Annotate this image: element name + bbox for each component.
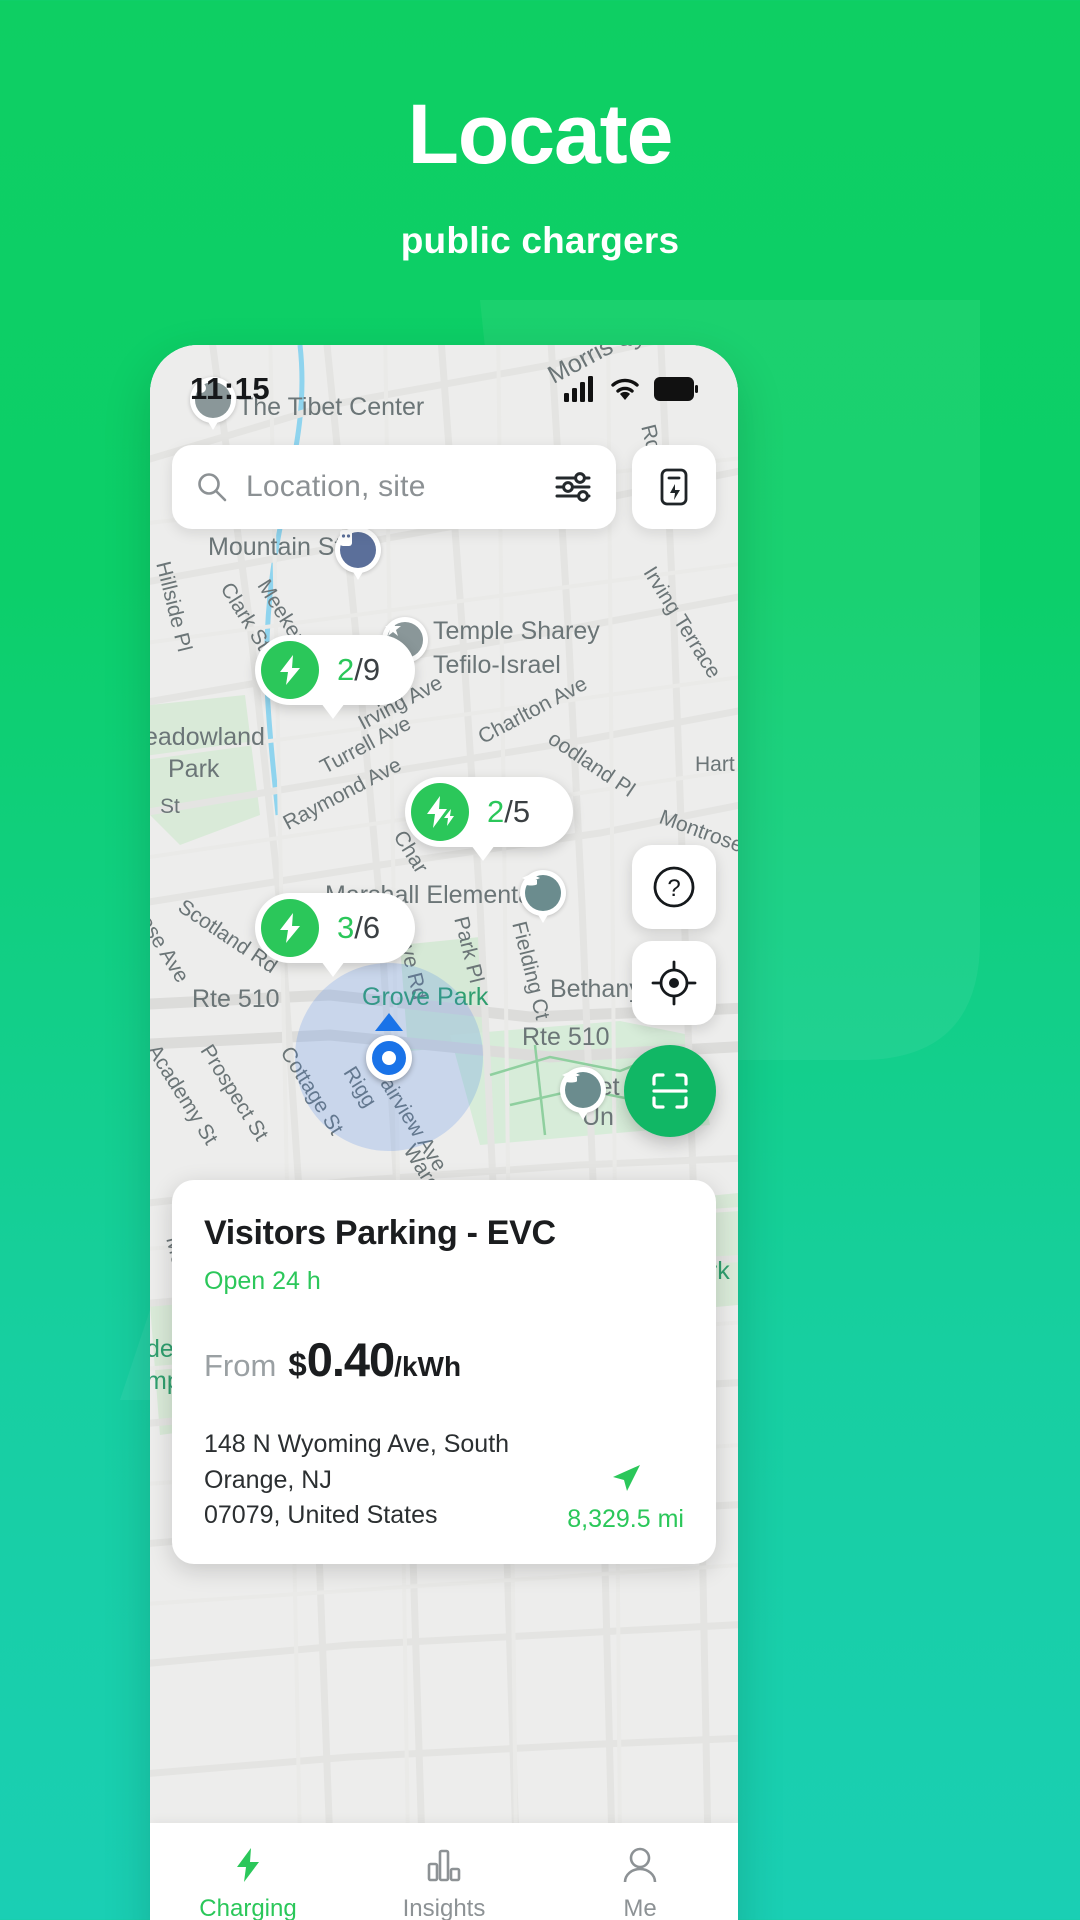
distance-value: 8,329.5 mi [567, 1504, 684, 1533]
tab-charging-label: Charging [199, 1894, 297, 1920]
train-icon [340, 530, 352, 546]
navigation-arrow-icon [612, 1464, 640, 1491]
bolt-icon [280, 913, 300, 943]
graduation-cap-icon [562, 1071, 580, 1083]
charger-marker-icon [261, 641, 319, 699]
person-icon [623, 1847, 657, 1882]
double-bolt-icon [427, 796, 454, 828]
hero-section: Locate public chargers [0, 0, 1080, 262]
tab-me[interactable]: Me [542, 1823, 738, 1920]
charger-marker-3[interactable]: 3/6 [255, 893, 415, 977]
address-row: 148 N Wyoming Ave, South Orange, NJ 0707… [204, 1427, 684, 1534]
school-pin[interactable] [520, 870, 566, 923]
station-name: Visitors Parking - EVC [204, 1214, 556, 1252]
search-icon [198, 473, 227, 502]
price-prefix: From [204, 1348, 277, 1383]
page-title: Locate [407, 87, 674, 181]
charger-availability: 2/9 [337, 652, 381, 687]
charger-availability: 3/6 [337, 910, 381, 945]
bolt-icon [237, 1847, 259, 1882]
charger-availability: 2/5 [487, 794, 531, 829]
status-time: 11:15 [190, 371, 271, 406]
price-row: From $ 0.40 /kWh [204, 1332, 684, 1387]
mountain-station-pin[interactable] [335, 527, 381, 580]
scan-button[interactable] [624, 1045, 716, 1137]
university-pin[interactable] [560, 1067, 606, 1120]
crosshair-icon [651, 960, 697, 1006]
svg-text:?: ? [667, 875, 680, 902]
charging-station-button[interactable] [632, 445, 716, 529]
page-subtitle: public chargers [400, 220, 680, 261]
tab-charging[interactable]: Charging [150, 1823, 346, 1920]
graduation-cap-icon [522, 874, 540, 886]
tab-insights[interactable]: Insights [346, 1823, 542, 1920]
charger-marker-2[interactable]: 2/5 [405, 777, 573, 861]
address-line-2: 07079, United States [204, 1501, 438, 1529]
current-location-dot [366, 1035, 412, 1081]
status-bar: 11:15 [150, 363, 738, 415]
tab-me-label: Me [623, 1894, 657, 1920]
price-currency: $ [288, 1346, 307, 1383]
sliders-icon[interactable] [554, 468, 592, 506]
charger-marker-icon [261, 899, 319, 957]
bar-chart-icon [427, 1849, 461, 1881]
price-unit: /kWh [394, 1351, 462, 1382]
price-amount: 0.40 [306, 1333, 395, 1386]
heading-arrow [375, 1013, 403, 1031]
phone-mockup: Morris StStRdThe Tibet CenterHillside Pl… [150, 345, 738, 1920]
wifi-icon [611, 378, 639, 400]
battery-icon [654, 377, 698, 401]
qr-scan-icon [652, 1073, 688, 1109]
bottom-navigation: Charging Insights Me [150, 1823, 738, 1920]
bolt-icon [280, 655, 300, 685]
charger-marker-1[interactable]: 2/9 [255, 635, 415, 719]
search-placeholder: Location, site [246, 470, 426, 503]
station-open-status: Open 24 h [204, 1267, 321, 1295]
help-button[interactable]: ? [632, 845, 716, 929]
charger-marker-icon [411, 783, 469, 841]
question-mark-icon: ? [653, 866, 695, 908]
status-icons [564, 376, 698, 402]
tab-insights-label: Insights [402, 1894, 486, 1920]
station-address: 148 N Wyoming Ave, South Orange, NJ 0707… [204, 1427, 547, 1534]
station-info-card[interactable]: Visitors Parking - EVC Open 24 h From $ … [172, 1180, 716, 1564]
charging-station-icon [660, 468, 688, 506]
signal-icon [564, 376, 593, 402]
my-location-button[interactable] [632, 941, 716, 1025]
search-input[interactable]: Location, site [172, 445, 616, 529]
search-row: Location, site [172, 445, 716, 529]
distance-block[interactable]: 8,329.5 mi [547, 1459, 684, 1534]
address-line-1: 148 N Wyoming Ave, South Orange, NJ [204, 1430, 510, 1494]
